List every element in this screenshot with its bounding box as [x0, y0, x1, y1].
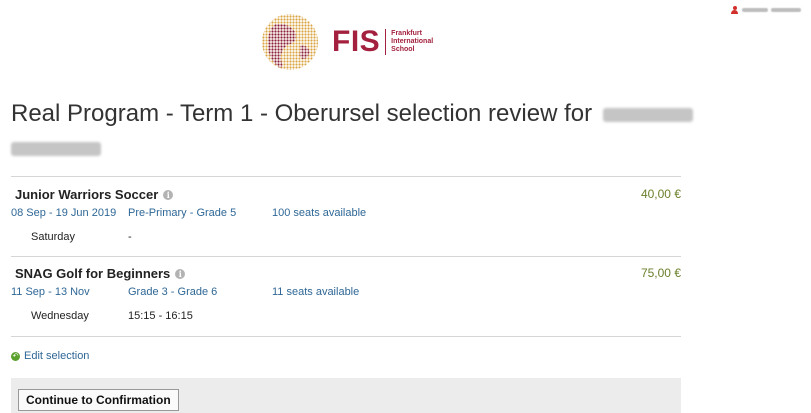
course-time: 15:15 - 16:15 [128, 310, 193, 322]
logo-wordmark: FIS [332, 25, 381, 58]
globe-logo-icon [262, 14, 318, 70]
divider [11, 176, 681, 177]
course-row: Junior Warriors Soccer i [15, 187, 174, 202]
divider [11, 256, 681, 257]
course-seats: 11 seats available [272, 286, 360, 298]
course-time: - [128, 231, 132, 243]
course-row: SNAG Golf for Beginners i [15, 266, 186, 281]
course-grades: Grade 3 - Grade 6 [128, 286, 218, 298]
edit-selection-link[interactable]: ↶ Edit selection [11, 350, 89, 362]
back-arrow-icon: ↶ [11, 351, 20, 361]
student-surname-redacted [11, 141, 101, 156]
course-price: 40,00 € [640, 187, 681, 201]
user-menu[interactable] [731, 6, 801, 14]
course-grades: Pre-Primary - Grade 5 [128, 207, 237, 219]
divider [11, 336, 681, 337]
course-day: Wednesday [31, 310, 89, 322]
course-dates: 11 Sep - 13 Nov [11, 286, 90, 298]
logo-divider [385, 29, 387, 55]
course-price: 75,00 € [640, 266, 681, 280]
continue-button[interactable]: Continue to Confirmation [18, 389, 179, 411]
course-dates: 08 Sep - 19 Jun 2019 [11, 207, 117, 219]
school-logo[interactable]: FIS Frankfurt International School [256, 12, 433, 72]
course-day: Saturday [31, 231, 76, 243]
action-bar: Continue to Confirmation [11, 378, 681, 413]
info-icon[interactable]: i [163, 189, 174, 200]
user-icon [731, 6, 738, 14]
edit-selection-label: Edit selection [24, 350, 90, 362]
course-title: SNAG Golf for Beginners i [15, 266, 186, 281]
course-title: Junior Warriors Soccer i [15, 187, 174, 202]
logo-subtitle: Frankfurt International School [391, 30, 434, 53]
user-name-redacted [742, 8, 801, 12]
course-seats: 100 seats available [272, 207, 367, 219]
page-title: Real Program - Term 1 - Oberursel select… [11, 97, 741, 165]
info-icon[interactable]: i [175, 268, 186, 279]
student-name-redacted [602, 107, 693, 122]
